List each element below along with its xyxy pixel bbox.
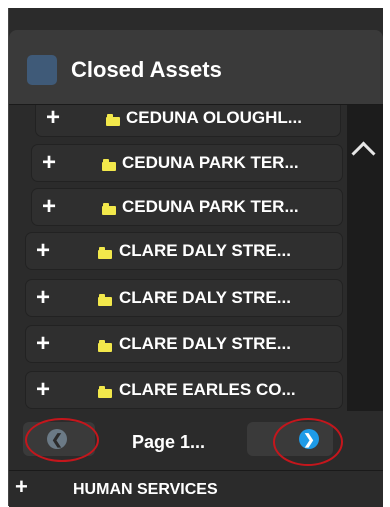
panel-title: Closed Assets xyxy=(71,57,222,82)
folder-icon xyxy=(98,247,112,259)
list-item[interactable]: + CLARE EARLES CO... xyxy=(25,371,343,409)
category-color-swatch xyxy=(27,55,57,85)
list-item-label: CEDUNA OLOUGHL... xyxy=(126,108,302,127)
folder-icon xyxy=(102,159,116,171)
folder-icon xyxy=(98,294,112,306)
expand-plus-icon[interactable]: + xyxy=(36,239,50,263)
list-item-human-services[interactable]: + HUMAN SERVICES xyxy=(9,470,383,507)
assets-panel: Closed Assets + CEDUNA OLOUGHL... + CEDU… xyxy=(8,8,383,507)
list-item[interactable]: + CEDUNA PARK TER... xyxy=(31,188,343,226)
list-item-label: CLARE EARLES CO... xyxy=(119,380,296,399)
list-item[interactable]: + CLARE DALY STRE... xyxy=(25,232,343,270)
folder-icon xyxy=(98,386,112,398)
list-item-label: CEDUNA PARK TER... xyxy=(122,197,299,216)
app-frame: Closed Assets + CEDUNA OLOUGHL... + CEDU… xyxy=(0,0,390,507)
highlight-ring-prev xyxy=(25,418,99,462)
list-item-label: HUMAN SERVICES xyxy=(73,481,218,498)
expand-plus-icon[interactable]: + xyxy=(46,106,60,130)
folder-icon xyxy=(106,114,120,126)
pagination-bar: ❮ Page 1... ❯ xyxy=(9,412,383,468)
asset-list: + CEDUNA OLOUGHL... + CEDUNA PARK TER...… xyxy=(9,105,383,411)
page-indicator: Page 1... xyxy=(132,432,206,452)
expand-plus-icon[interactable]: + xyxy=(42,151,56,175)
folder-icon xyxy=(98,340,112,352)
list-item[interactable]: + CLARE DALY STRE... xyxy=(25,279,343,317)
list-scrollbar[interactable] xyxy=(347,105,383,411)
chevron-up-icon[interactable] xyxy=(351,141,376,166)
expand-plus-icon[interactable]: + xyxy=(15,476,28,498)
expand-plus-icon[interactable]: + xyxy=(42,195,56,219)
highlight-ring-next xyxy=(273,418,343,466)
folder-icon xyxy=(102,203,116,215)
list-item-label: CLARE DALY STRE... xyxy=(119,288,291,307)
list-item[interactable]: + CEDUNA PARK TER... xyxy=(31,144,343,182)
expand-plus-icon[interactable]: + xyxy=(36,378,50,402)
list-item-label: CLARE DALY STRE... xyxy=(119,241,291,260)
list-item[interactable]: + CEDUNA OLOUGHL... xyxy=(35,105,341,137)
panel-header[interactable]: Closed Assets xyxy=(9,30,383,105)
expand-plus-icon[interactable]: + xyxy=(36,332,50,356)
list-item[interactable]: + CLARE DALY STRE... xyxy=(25,325,343,363)
list-item-label: CLARE DALY STRE... xyxy=(119,334,291,353)
expand-plus-icon[interactable]: + xyxy=(36,286,50,310)
list-item-label: CEDUNA PARK TER... xyxy=(122,153,299,172)
